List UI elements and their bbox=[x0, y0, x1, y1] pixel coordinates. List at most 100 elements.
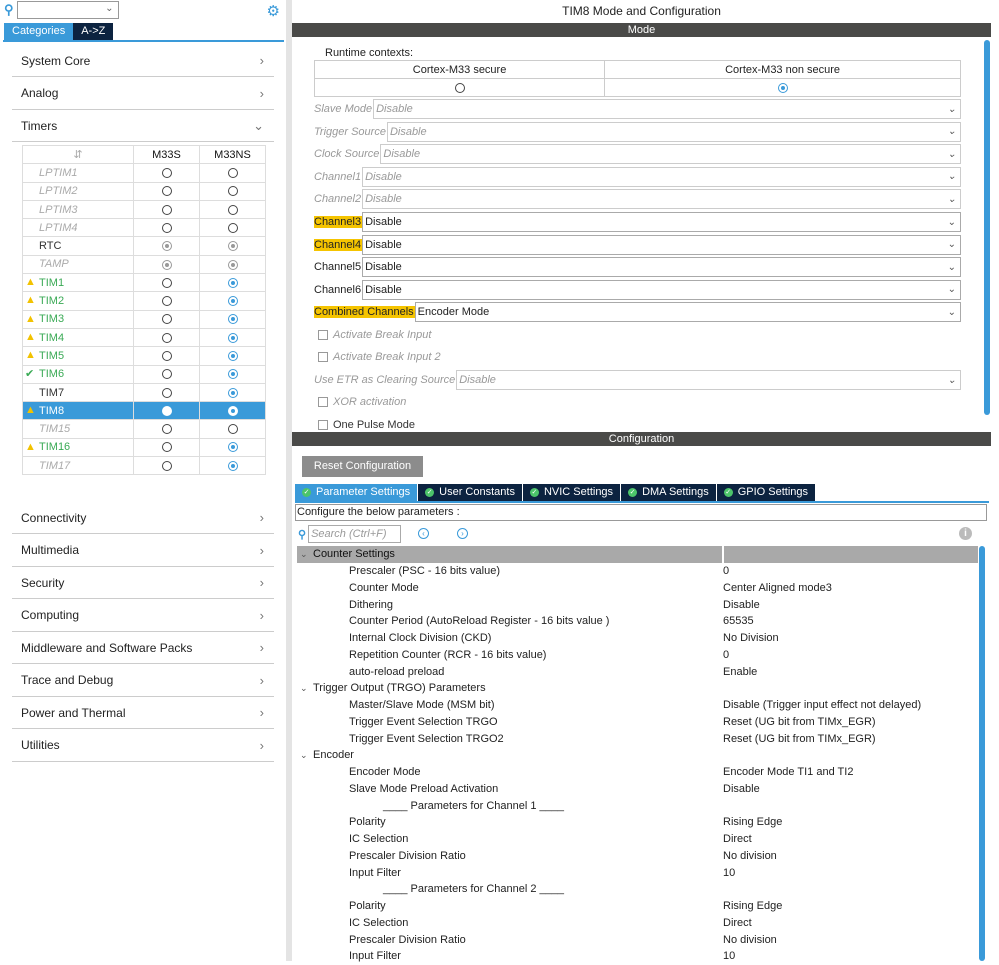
timer-m33ns-radio[interactable] bbox=[227, 369, 238, 380]
tab-nvic-settings[interactable]: ✓ NVIC Settings bbox=[522, 484, 622, 501]
timer-m33ns-radio[interactable] bbox=[227, 314, 238, 325]
clock-source-select[interactable]: Disable ⌄ bbox=[380, 144, 961, 165]
parameter-row[interactable]: Counter Mode Center Aligned mode3 bbox=[297, 580, 978, 597]
parameter-search-input[interactable]: Search (Ctrl+F) bbox=[308, 525, 402, 543]
parameter-row[interactable]: Input Filter 10 bbox=[297, 948, 978, 965]
parameter-row[interactable]: IC Selection Direct bbox=[297, 831, 978, 848]
parameter-row[interactable]: Prescaler Division Ratio No division bbox=[297, 848, 978, 865]
category-connectivity[interactable]: Connectivity › bbox=[12, 502, 274, 534]
timer-m33s-radio[interactable] bbox=[161, 442, 172, 453]
timer-m33s-radio[interactable] bbox=[161, 204, 172, 215]
timer-m33s-radio[interactable] bbox=[161, 277, 172, 288]
timer-row-tim6[interactable]: ✔ TIM6 bbox=[22, 364, 266, 384]
tab-parameter-settings[interactable]: ✓ Parameter Settings bbox=[295, 484, 419, 501]
category-utilities[interactable]: Utilities › bbox=[12, 730, 274, 762]
timer-m33ns-radio[interactable] bbox=[227, 204, 238, 215]
parameter-scrollbar[interactable] bbox=[979, 546, 985, 961]
checkbox[interactable] bbox=[318, 330, 328, 340]
channel2-select[interactable]: Disable ⌄ bbox=[362, 189, 961, 210]
reset-configuration-button[interactable]: Reset Configuration bbox=[302, 456, 423, 477]
checkbox[interactable] bbox=[318, 420, 328, 430]
timer-row-tim7[interactable]: TIM7 bbox=[22, 382, 266, 403]
timer-m33s-radio[interactable] bbox=[161, 296, 172, 307]
parameter-row[interactable]: Encoder Mode Encoder Mode TI1 and TI2 bbox=[297, 764, 978, 781]
timer-row-tim1[interactable]: ▲ TIM1 bbox=[22, 273, 266, 293]
category-analog[interactable]: Analog › bbox=[12, 78, 274, 110]
timer-m33s-radio[interactable] bbox=[161, 168, 172, 179]
timer-m33ns-radio[interactable] bbox=[227, 424, 238, 435]
timer-m33s-radio[interactable] bbox=[161, 259, 172, 270]
timer-m33s-radio[interactable] bbox=[161, 369, 172, 380]
timer-row-lptim1[interactable]: LPTIM1 bbox=[22, 163, 266, 183]
mode-scrollbar[interactable] bbox=[984, 40, 990, 415]
tab-dma-settings[interactable]: ✓ DMA Settings bbox=[621, 484, 717, 501]
parameter-row[interactable]: Prescaler (PSC - 16 bits value) 0 bbox=[297, 563, 978, 580]
parameter-group-parameters-for-channel-1[interactable]: ____ Parameters for Channel 1 ____ bbox=[297, 797, 978, 814]
timer-row-tim4[interactable]: ▲ TIM4 bbox=[22, 327, 266, 348]
gear-icon[interactable]: ⚙ bbox=[267, 2, 280, 20]
one-pulse-mode[interactable]: One Pulse Mode bbox=[318, 419, 415, 430]
parameter-group-encoder[interactable]: ⌄ Encoder bbox=[297, 747, 978, 764]
timer-row-lptim2[interactable]: LPTIM2 bbox=[22, 181, 266, 201]
parameter-row[interactable]: Slave Mode Preload Activation Disable bbox=[297, 781, 978, 798]
chevron-down-icon[interactable]: ⌄ bbox=[300, 549, 308, 560]
parameter-row[interactable]: Trigger Event Selection TRGO2 Reset (UG b… bbox=[297, 730, 978, 747]
search-combobox[interactable]: ⌄ bbox=[16, 1, 119, 19]
timer-m33ns-radio[interactable] bbox=[227, 277, 238, 288]
tab-user-constants[interactable]: ✓ User Constants bbox=[418, 484, 523, 501]
activate-break-input[interactable]: Activate Break Input bbox=[318, 329, 431, 341]
category-trace-and-debug[interactable]: Trace and Debug › bbox=[12, 665, 274, 697]
parameter-row[interactable]: Repetition Counter (RCR - 16 bits value)… bbox=[297, 647, 978, 664]
parameter-row[interactable]: Internal Clock Division (CKD) No Division bbox=[297, 630, 978, 647]
channel6-select[interactable]: Disable ⌄ bbox=[362, 279, 961, 300]
parameter-row[interactable]: Counter Period (AutoReload Register - 16… bbox=[297, 613, 978, 630]
activate-break-input-2[interactable]: Activate Break Input 2 bbox=[318, 351, 441, 363]
timer-m33ns-radio[interactable] bbox=[227, 186, 238, 197]
search-previous-icon[interactable]: ‹ bbox=[418, 528, 429, 539]
timer-m33s-radio[interactable] bbox=[161, 186, 172, 197]
parameter-row[interactable]: Trigger Event Selection TRGO Reset (UG bi… bbox=[297, 714, 978, 731]
chevron-down-icon[interactable]: ⌄ bbox=[300, 750, 308, 761]
timer-m33ns-radio[interactable] bbox=[227, 332, 238, 343]
timer-m33ns-radio[interactable] bbox=[227, 241, 238, 252]
timer-m33ns-radio[interactable] bbox=[227, 442, 238, 453]
timer-m33s-radio[interactable] bbox=[161, 222, 172, 233]
parameter-row[interactable]: IC Selection Direct bbox=[297, 915, 978, 932]
timer-row-tim2[interactable]: ▲ TIM2 bbox=[22, 291, 266, 311]
combined-channels-select[interactable]: Encoder Mode ⌄ bbox=[414, 302, 961, 323]
parameter-row[interactable]: Master/Slave Mode (MSM bit) Disable (Trig… bbox=[297, 697, 978, 714]
context-nonsecure-radio[interactable] bbox=[777, 82, 788, 93]
parameter-group-parameters-for-channel-2[interactable]: ____ Parameters for Channel 2 ____ bbox=[297, 881, 978, 898]
timer-m33ns-radio[interactable] bbox=[227, 296, 238, 307]
trigger-source-select[interactable]: Disable ⌄ bbox=[386, 121, 961, 142]
timer-row-tim15[interactable]: TIM15 bbox=[22, 419, 266, 439]
etr-select[interactable]: Disable ⌄ bbox=[456, 370, 961, 390]
checkbox[interactable] bbox=[318, 397, 328, 407]
parameter-row[interactable]: Prescaler Division Ratio No division bbox=[297, 931, 978, 948]
timer-m33ns-radio[interactable] bbox=[227, 387, 238, 398]
context-secure-radio[interactable] bbox=[454, 82, 465, 93]
tab-gpio-settings[interactable]: ✓ GPIO Settings bbox=[716, 484, 817, 501]
parameter-row[interactable]: Input Filter 10 bbox=[297, 864, 978, 881]
timer-m33s-radio[interactable] bbox=[161, 460, 172, 471]
timer-m33ns-radio[interactable] bbox=[227, 351, 238, 361]
category-security[interactable]: Security › bbox=[12, 567, 274, 599]
timer-m33ns-radio[interactable] bbox=[227, 405, 238, 416]
category-computing[interactable]: Computing › bbox=[12, 600, 274, 632]
channel1-select[interactable]: Disable ⌄ bbox=[362, 166, 961, 187]
category-timers[interactable]: Timers ⌄ bbox=[12, 110, 274, 142]
timer-m33s-radio[interactable] bbox=[161, 424, 172, 435]
timer-m33ns-radio[interactable] bbox=[227, 168, 238, 179]
category-middleware-and-software-packs[interactable]: Middleware and Software Packs › bbox=[12, 632, 274, 664]
slave-mode-select[interactable]: Disable ⌄ bbox=[373, 99, 961, 119]
timer-m33s-radio[interactable] bbox=[161, 405, 172, 416]
sort-column-header[interactable]: ⇵ bbox=[22, 144, 134, 165]
channel4-select[interactable]: Disable ⌄ bbox=[362, 234, 961, 255]
category-system-core[interactable]: System Core › bbox=[12, 45, 274, 77]
search-icon[interactable]: ⚲ bbox=[4, 2, 14, 18]
timer-m33ns-radio[interactable] bbox=[227, 222, 238, 233]
timer-m33s-radio[interactable] bbox=[161, 387, 172, 398]
channel5-select[interactable]: Disable ⌄ bbox=[362, 257, 961, 278]
timer-row-lptim3[interactable]: LPTIM3 bbox=[22, 199, 266, 220]
parameter-group-trigger-output-trgo-parameters[interactable]: ⌄ Trigger Output (TRGO) Parameters bbox=[297, 680, 978, 697]
